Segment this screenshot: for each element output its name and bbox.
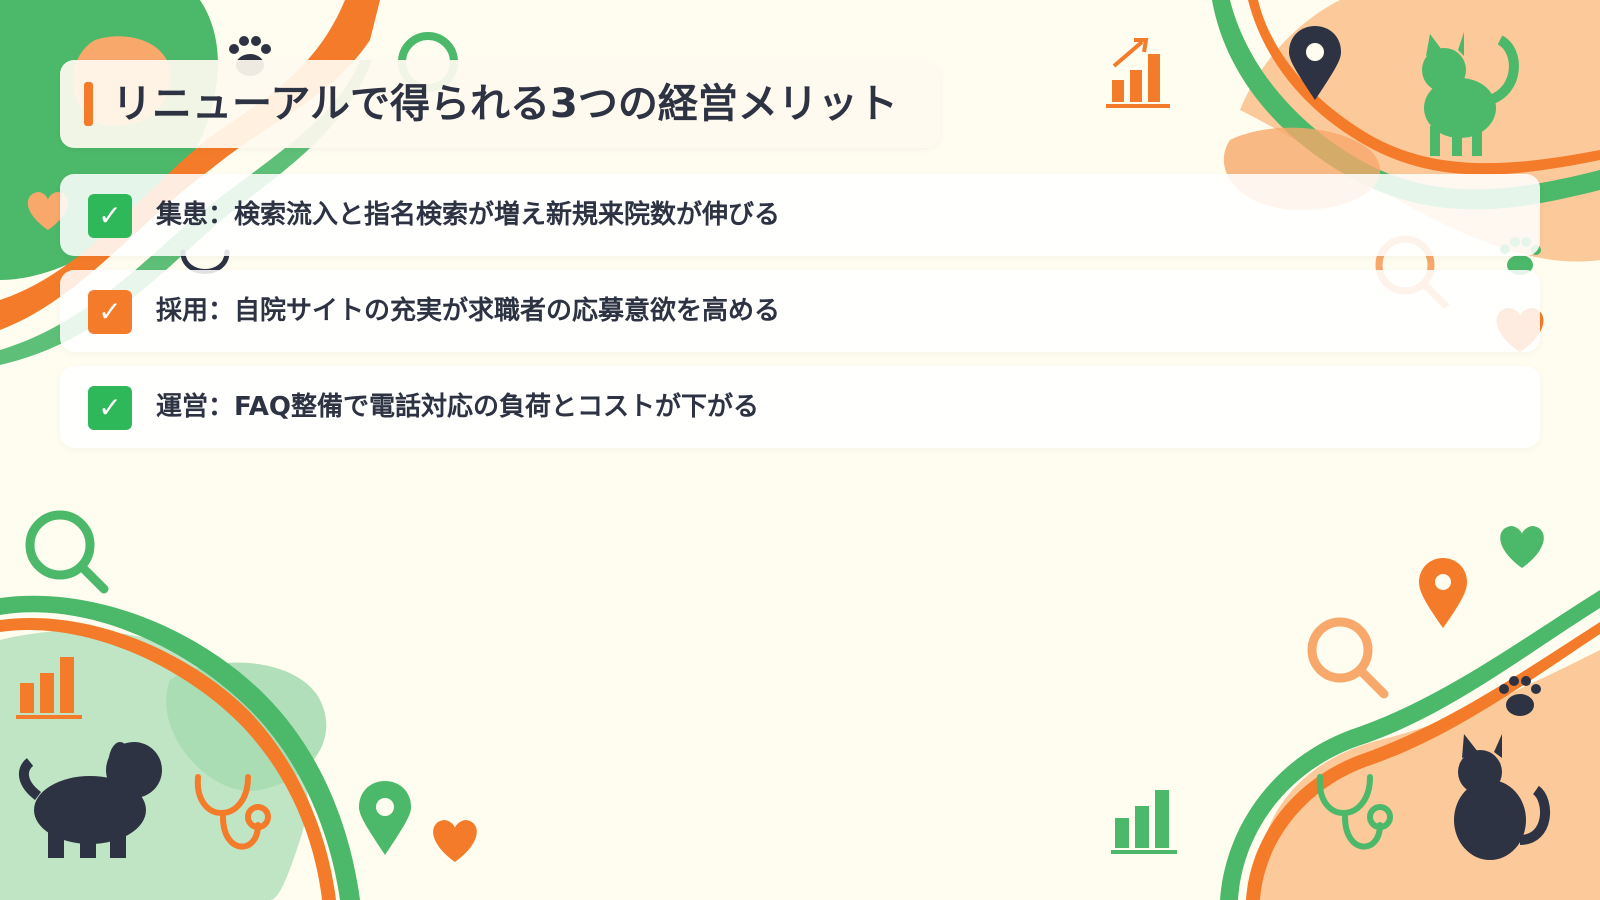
heart-icon (433, 820, 477, 862)
bar-chart-icon (1111, 790, 1177, 854)
growth-chart-icon (1106, 38, 1170, 108)
list-item-acquisition: ✓ 集患：検索流入と指名検索が増え新規来院数が伸びる (60, 174, 1540, 256)
title-accent-bar (84, 82, 93, 126)
check-icon: ✓ (88, 194, 132, 238)
map-pin-icon (1419, 558, 1467, 628)
title-box: リニューアルで得られる3つの経営メリット (60, 60, 940, 148)
check-icon: ✓ (88, 386, 132, 430)
magnifier-icon (25, 510, 109, 594)
list-item-recruitment: ✓ 採用：自院サイトの充実が求職者の応募意欲を高める (60, 270, 1540, 352)
list-item-text: 集患：検索流入と指名検索が増え新規来院数が伸びる (156, 200, 781, 230)
list-item-text: 運営：FAQ整備で電話対応の負荷とコストが下がる (156, 392, 760, 422)
bottom-right-orange-blob (1258, 650, 1600, 900)
heart-icon (1500, 526, 1544, 568)
map-pin-icon (359, 781, 411, 855)
list-item-text: 採用：自院サイトの充実が求職者の応募意欲を高める (156, 296, 781, 326)
magnifier-icon (1307, 617, 1389, 699)
list-item-operations: ✓ 運営：FAQ整備で電話対応の負荷とコストが下がる (60, 366, 1540, 448)
page-title: リニューアルで得られる3つの経営メリット (112, 81, 898, 127)
check-icon: ✓ (88, 290, 132, 334)
